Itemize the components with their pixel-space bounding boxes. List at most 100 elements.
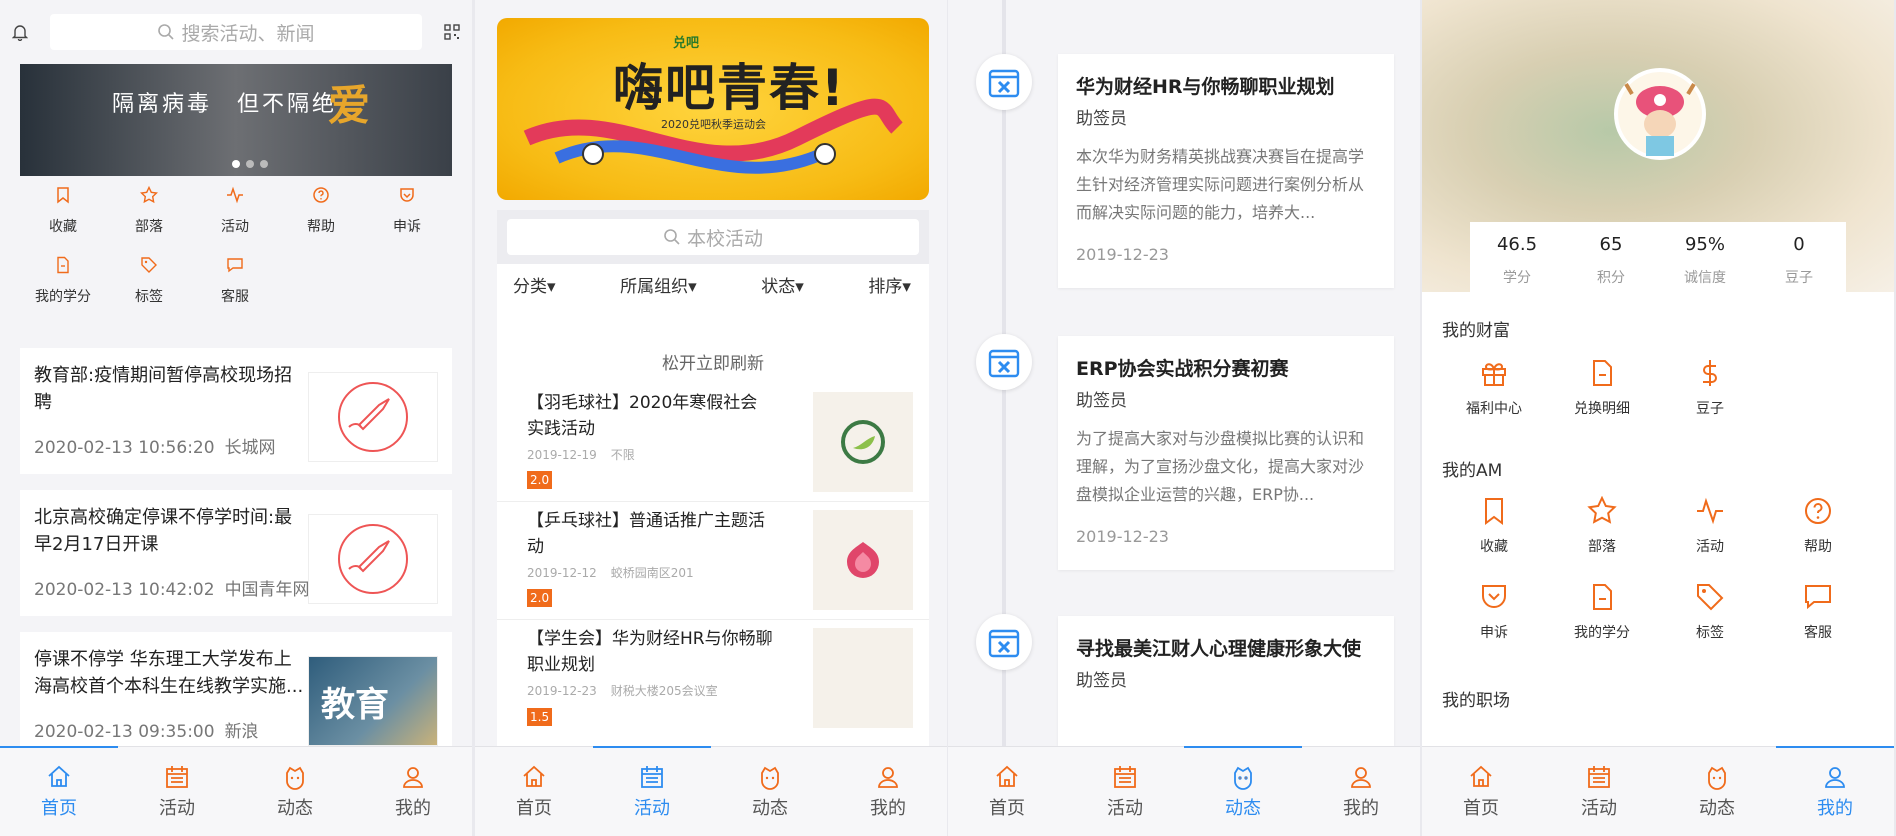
activity-search-bar: 本校活动 (497, 210, 929, 264)
gift-icon (1482, 363, 1506, 386)
am-label: 活动 (1696, 539, 1724, 555)
tab-dynamic[interactable]: 动态 (1658, 747, 1776, 836)
news-meta: 2020-02-13 09:35:00 新浪 (34, 717, 259, 742)
am-item-service[interactable]: 客服 (1764, 582, 1872, 642)
menu-item-tribe[interactable]: 部落 (106, 186, 192, 236)
post-role: 助签员 (1076, 391, 1127, 411)
search-input[interactable]: 搜索活动、新闻 (50, 14, 422, 50)
home-banner[interactable]: 隔离病毒 但不隔绝 爱 (20, 64, 452, 176)
tab-home[interactable]: 首页 (475, 747, 593, 836)
filter-label: 排序 (868, 276, 903, 297)
activity-item[interactable]: 【学生会】华为财经HR与你畅聊职业规划 2019-12-23 财税大楼205会议室… (497, 620, 929, 738)
tab-dynamic[interactable]: 动态 (1184, 746, 1302, 836)
tab-activity[interactable]: 活动 (1540, 747, 1658, 836)
filter-organization[interactable]: 所属组织▾ (620, 272, 697, 297)
tab-mine[interactable]: 我的 (1302, 747, 1420, 836)
am-label: 部落 (1588, 539, 1616, 555)
menu-item-label: 我的学分 (35, 289, 91, 305)
tab-label: 首页 (1463, 797, 1499, 819)
pulse-icon (1697, 497, 1723, 525)
tab-mine[interactable]: 我的 (829, 747, 947, 836)
pocket-icon (400, 188, 414, 202)
tab-home[interactable]: 首页 (0, 746, 118, 836)
section-title-wealth: 我的财富 (1442, 321, 1510, 341)
menu-item-tag[interactable]: 标签 (106, 256, 192, 306)
filter-sort[interactable]: 排序▾ (868, 272, 911, 297)
activity-place: 不限 (610, 448, 635, 462)
menu-item-label: 帮助 (307, 219, 335, 235)
pocket-icon (1482, 585, 1506, 608)
stat-value: 95% (1684, 234, 1725, 255)
rocket-illustration-icon (338, 524, 408, 594)
tab-dynamic[interactable]: 动态 (236, 747, 354, 836)
calendar-cancel-icon (988, 629, 1020, 658)
news-meta: 2020-02-13 10:42:02 中国青年网 (34, 575, 310, 600)
activity-banner[interactable]: 兑吧 嗨吧青春! 2020兑吧秋季运动会 (497, 18, 929, 200)
tag-icon (1697, 584, 1724, 611)
filter-category[interactable]: 分类▾ (513, 272, 556, 297)
tab-mine[interactable]: 我的 (354, 747, 472, 836)
wealth-label: 兑换明细 (1574, 401, 1630, 417)
avatar[interactable] (1614, 68, 1706, 160)
am-item-tag[interactable]: 标签 (1656, 582, 1764, 642)
tab-label: 我的 (395, 797, 431, 819)
bell-icon[interactable] (12, 23, 28, 41)
activity-item[interactable]: 【羽毛球社】2020年寒假社会实践活动 2019-12-19 不限 2.0 (497, 384, 929, 502)
timeline-card[interactable]: 寻找最美江财人心理健康形象大使 助签员 (1058, 616, 1394, 746)
timeline-card[interactable]: 华为财经HR与你畅聊职业规划 助签员 本次华为财务精英挑战赛决赛旨在提高学生针对… (1058, 54, 1394, 288)
am-item-help[interactable]: 帮助 (1764, 496, 1872, 556)
wealth-item-exchange[interactable]: 兑换明细 (1548, 358, 1656, 418)
menu-item-credits[interactable]: 我的学分 (20, 256, 106, 306)
filter-status[interactable]: 状态▾ (761, 272, 804, 297)
wealth-item-beans[interactable]: 豆子 (1656, 358, 1764, 418)
document-icon (1593, 584, 1612, 610)
tab-label: 活动 (159, 797, 195, 819)
banner-text: 隔离病毒 但不隔绝 (112, 92, 338, 117)
am-item-activity[interactable]: 活动 (1656, 496, 1764, 556)
am-item-favorite[interactable]: 收藏 (1440, 496, 1548, 556)
menu-item-service[interactable]: 客服 (192, 256, 278, 306)
menu-item-activity[interactable]: 活动 (192, 186, 278, 236)
section-title-am: 我的AM (1442, 461, 1503, 481)
news-time: 2020-02-13 09:35:00 (34, 722, 215, 742)
news-item[interactable]: 北京高校确定停课不停学时间:最早2月17日开课 2020-02-13 10:42… (20, 490, 452, 616)
star-icon (1587, 496, 1617, 524)
tab-home[interactable]: 首页 (948, 747, 1066, 836)
news-item[interactable]: 教育部:疫情期间暂停高校现场招聘 2020-02-13 10:56:20 长城网 (20, 348, 452, 474)
banner-dot[interactable] (246, 160, 254, 168)
am-item-appeal[interactable]: 申诉 (1440, 582, 1548, 642)
activity-item[interactable]: 【乒乓球社】普通话推广主题活动 2019-12-12 蛟桥园南区201 2.0 (497, 502, 929, 620)
activity-title: 【学生会】华为财经HR与你畅聊职业规划 (527, 629, 773, 675)
news-thumbnail (308, 514, 438, 604)
stats-panel: 46.5 学分 65 积分 95% 诚信度 0 豆子 (1470, 222, 1846, 292)
stat-points[interactable]: 65 积分 (1564, 222, 1658, 292)
tab-dynamic[interactable]: 动态 (711, 747, 829, 836)
tab-home[interactable]: 首页 (1422, 747, 1540, 836)
news-item[interactable]: 停课不停学 华东理工大学发布上海高校首个本科生在线教学实施... 2020-02… (20, 632, 452, 758)
wealth-item-welfare[interactable]: 福利中心 (1440, 358, 1548, 418)
ribbon-illustration-icon (523, 98, 903, 174)
stat-credits[interactable]: 46.5 学分 (1470, 222, 1564, 292)
timeline-card[interactable]: ERP协会实战积分赛初赛 助签员 为了提高大家对与沙盘模拟比赛的认识和理解，为了… (1058, 336, 1394, 570)
am-item-tribe[interactable]: 部落 (1548, 496, 1656, 556)
stat-beans[interactable]: 0 豆子 (1752, 222, 1846, 292)
activity-date: 2019-12-12 (527, 566, 597, 580)
tab-activity[interactable]: 活动 (1066, 747, 1184, 836)
qr-scan-icon[interactable] (444, 24, 460, 40)
menu-item-favorite[interactable]: 收藏 (20, 186, 106, 236)
tab-label: 活动 (1581, 797, 1617, 819)
menu-item-appeal[interactable]: 申诉 (364, 186, 450, 236)
menu-item-label: 客服 (221, 289, 249, 305)
tab-mine[interactable]: 我的 (1776, 746, 1894, 836)
am-item-credits[interactable]: 我的学分 (1548, 582, 1656, 642)
tab-activity[interactable]: 活动 (118, 747, 236, 836)
menu-item-help[interactable]: 帮助 (278, 186, 364, 236)
banner-dot[interactable] (232, 160, 240, 168)
activity-search-input[interactable]: 本校活动 (507, 219, 919, 255)
home-header: 搜索活动、新闻 (0, 0, 472, 64)
tab-label: 活动 (1107, 797, 1143, 819)
stat-integrity[interactable]: 95% 诚信度 (1658, 222, 1752, 292)
search-icon (664, 229, 680, 245)
banner-dot[interactable] (260, 160, 268, 168)
tab-activity[interactable]: 活动 (593, 746, 711, 836)
